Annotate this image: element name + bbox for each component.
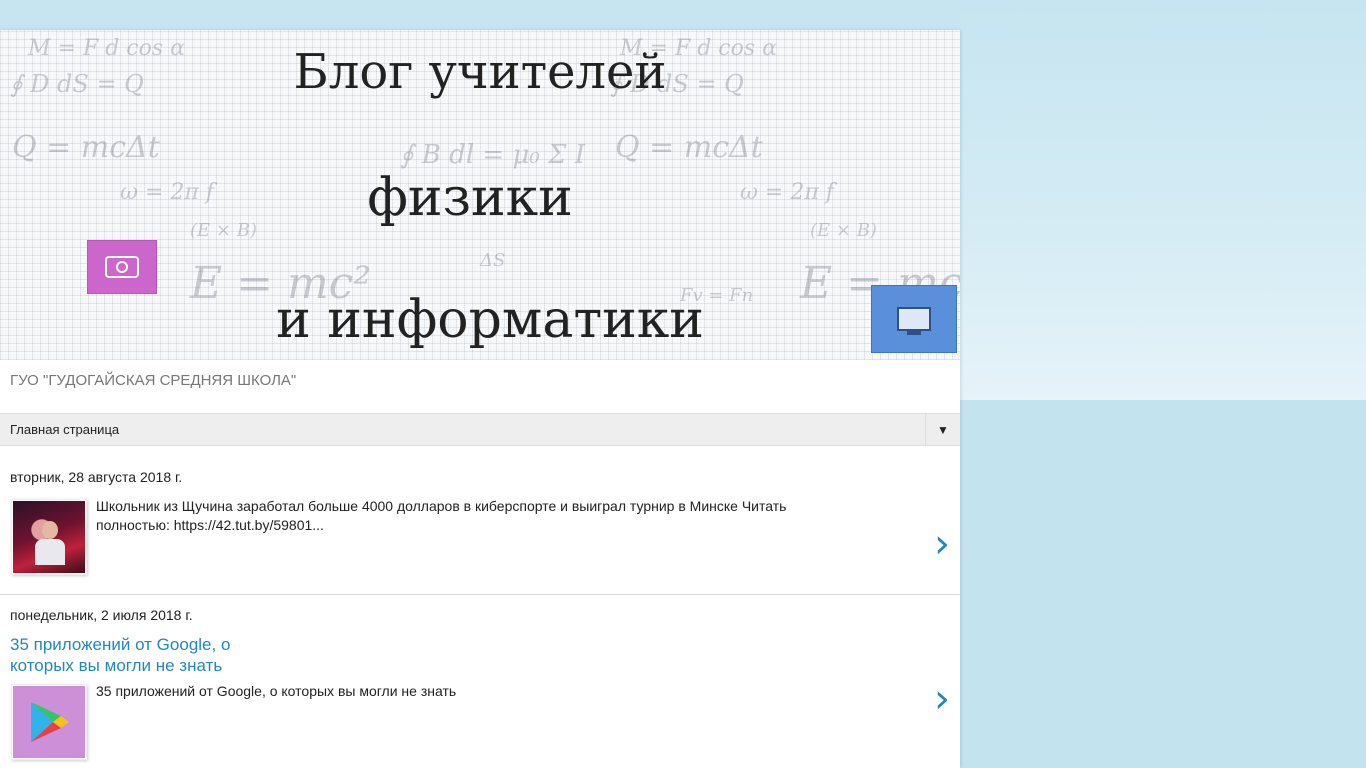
dropdown-arrow-icon[interactable]: ▼ [925, 414, 960, 445]
header-banner[interactable]: M = F d cos α ∮ D dS = Q Q = mcΔt ω = 2π… [0, 30, 960, 360]
formula-decoration: ΔS [480, 250, 506, 271]
post-date: понедельник, 2 июля 2018 г. [10, 607, 193, 623]
post-snippet: Школьник из Щучина заработал больше 4000… [96, 498, 787, 533]
post-item[interactable]: вторник, 28 августа 2018 г. Школьник из … [0, 446, 960, 595]
banner-title-line3: и информатики [276, 290, 704, 350]
formula-decoration: Q = mcΔt [12, 130, 160, 165]
page-select-value: Главная страница [10, 422, 120, 437]
post-thumbnail[interactable] [11, 499, 87, 575]
banner-title-line2: физики [367, 168, 573, 228]
page-top-band [0, 0, 960, 30]
banner-title-line1: Блог учителей [293, 44, 667, 100]
chevron-right-icon[interactable]: › [934, 679, 950, 719]
page-select-dropdown[interactable]: Главная страница ▼ [0, 413, 960, 446]
blog-description: ГУО "ГУДОГАЙСКАЯ СРЕДНЯЯ ШКОЛА" [10, 372, 297, 389]
post-snippet: 35 приложений от Google, о которых вы мо… [96, 683, 457, 699]
post-item[interactable]: понедельник, 2 июля 2018 г. 35 приложени… [0, 595, 960, 768]
page-background-glow [960, 0, 1366, 400]
formula-decoration: ∮ B dl = μ₀ Σ I [400, 140, 585, 170]
camera-icon [87, 240, 157, 294]
post-thumbnail[interactable] [11, 684, 87, 760]
formula-decoration: Q = mcΔt [615, 130, 763, 165]
post-date: вторник, 28 августа 2018 г. [10, 469, 183, 485]
post-title-link[interactable]: 35 приложений от Google, о которых вы мо… [10, 634, 250, 676]
google-play-icon [31, 702, 69, 742]
blog-container: M = F d cos α ∮ D dS = Q Q = mcΔt ω = 2π… [0, 30, 960, 768]
chevron-right-icon[interactable]: › [934, 524, 950, 564]
